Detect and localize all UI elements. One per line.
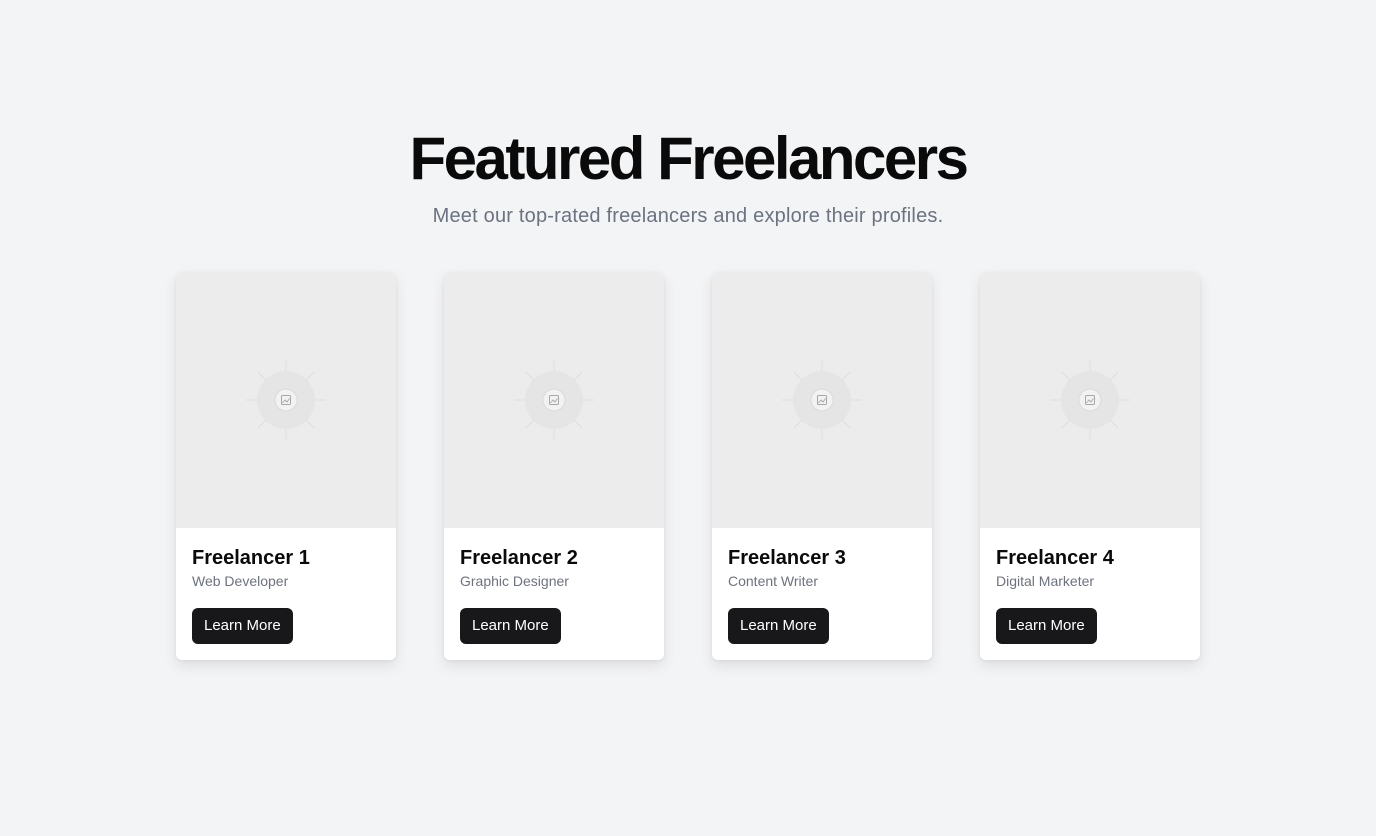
image-placeholder-icon xyxy=(1050,360,1130,440)
freelancer-role: Digital Marketer xyxy=(996,573,1095,589)
freelancer-image xyxy=(444,272,664,528)
freelancer-image xyxy=(712,272,932,528)
freelancer-name: Freelancer 3 xyxy=(728,547,846,569)
freelancer-name: Freelancer 1 xyxy=(192,547,310,569)
page-title: Featured Freelancers xyxy=(409,125,969,192)
card-body: Freelancer 3 Content Writer Learn More xyxy=(712,528,932,660)
freelancer-image xyxy=(980,272,1200,528)
freelancer-card: Freelancer 2 Graphic Designer Learn More xyxy=(444,272,664,660)
freelancer-name: Freelancer 2 xyxy=(460,547,578,569)
card-body: Freelancer 2 Graphic Designer Learn More xyxy=(444,528,664,660)
page-subtitle: Meet our top-rated freelancers and explo… xyxy=(432,205,944,227)
learn-more-button[interactable]: Learn More xyxy=(728,608,829,644)
freelancer-card: Freelancer 3 Content Writer Learn More xyxy=(712,272,932,660)
freelancer-role: Web Developer xyxy=(192,573,289,589)
image-placeholder-icon xyxy=(246,360,326,440)
page-header: Featured Freelancers Meet our top-rated … xyxy=(0,124,1376,228)
freelancer-card: Freelancer 4 Digital Marketer Learn More xyxy=(980,272,1200,660)
freelancer-role: Graphic Designer xyxy=(460,573,569,589)
freelancer-card: Freelancer 1 Web Developer Learn More xyxy=(176,272,396,660)
card-body: Freelancer 1 Web Developer Learn More xyxy=(176,528,396,660)
learn-more-button[interactable]: Learn More xyxy=(192,608,293,644)
learn-more-button[interactable]: Learn More xyxy=(996,608,1097,644)
freelancer-image xyxy=(176,272,396,528)
freelancer-name: Freelancer 4 xyxy=(996,547,1114,569)
freelancer-role: Content Writer xyxy=(728,573,818,589)
learn-more-button[interactable]: Learn More xyxy=(460,608,561,644)
image-placeholder-icon xyxy=(782,360,862,440)
card-body: Freelancer 4 Digital Marketer Learn More xyxy=(980,528,1200,660)
image-placeholder-icon xyxy=(514,360,594,440)
freelancer-card-list: Freelancer 1 Web Developer Learn More Fr… xyxy=(176,272,1200,660)
